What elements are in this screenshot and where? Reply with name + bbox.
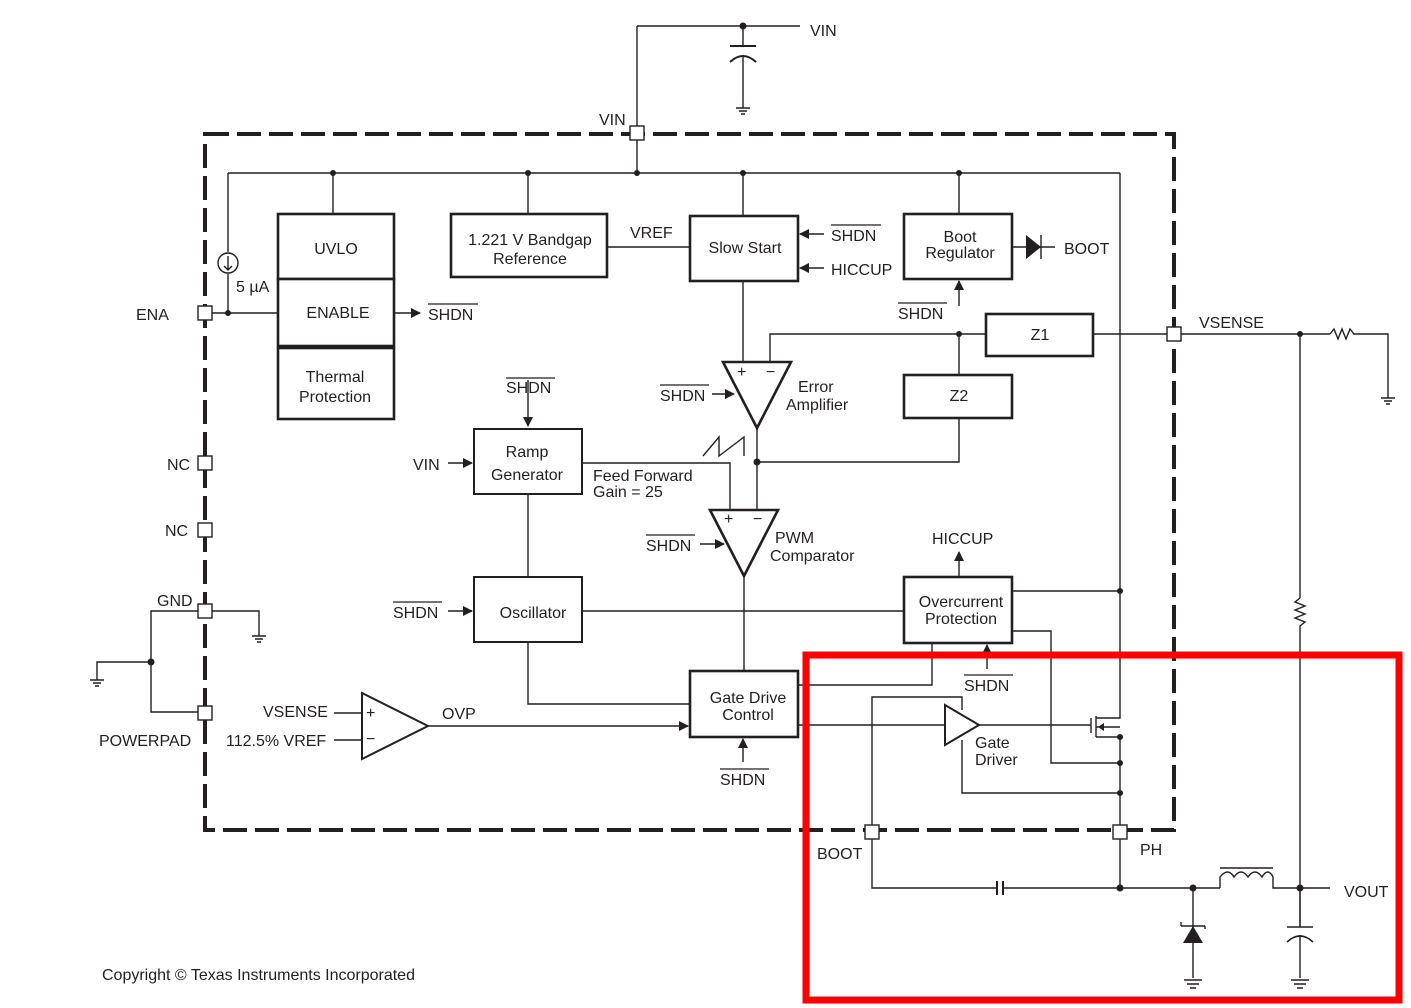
svg-text:+: + xyxy=(366,705,375,722)
boot-label-reg: BOOT xyxy=(1064,241,1110,258)
shdn-label-osc: SHDN xyxy=(393,605,438,622)
block-diagram: VIN VIN 5 µA ENA UVLO ENABLE Thermal Pro… xyxy=(90,22,1403,1004)
ovp-vref-label: 112.5% VREF xyxy=(226,733,326,750)
error-amp-label-2: Amplifier xyxy=(786,397,849,414)
ph-pin-label: PH xyxy=(1140,842,1162,859)
thermal-label-2: Protection xyxy=(299,389,371,406)
error-amp-label-1: Error xyxy=(798,379,834,396)
svg-text:−: − xyxy=(753,511,762,528)
bandgap-label-2: Reference xyxy=(493,251,567,268)
ovp-comparator: + − xyxy=(361,691,431,761)
nc-pin-1[interactable] xyxy=(197,455,213,471)
enable-label: ENABLE xyxy=(306,305,369,322)
vin-top-label: VIN xyxy=(810,23,837,40)
ground-icon xyxy=(252,635,266,643)
error-amplifier: + − xyxy=(720,360,794,431)
vsense-pin[interactable] xyxy=(1166,326,1182,342)
gdc-label-2: Control xyxy=(722,707,774,724)
ground-icon xyxy=(90,679,104,687)
boot-pin[interactable] xyxy=(864,824,880,840)
vout-label: VOUT xyxy=(1344,884,1389,901)
vref-label: VREF xyxy=(630,225,673,242)
boot-pin-label: BOOT xyxy=(817,846,863,863)
vin-pin-label: VIN xyxy=(599,112,626,129)
z1-label: Z1 xyxy=(1031,327,1050,344)
oscillator-label: Oscillator xyxy=(500,605,567,622)
shdn-label-bootreg: SHDN xyxy=(898,306,943,323)
ground-icon xyxy=(1291,979,1309,989)
ena-pin[interactable] xyxy=(197,305,213,321)
gnd-pin[interactable] xyxy=(197,603,213,619)
vin-pin[interactable] xyxy=(629,125,645,141)
gate-driver-label-2: Driver xyxy=(975,752,1018,769)
shdn-label-enable: SHDN xyxy=(428,307,473,324)
schottky-diode-icon xyxy=(1180,888,1206,978)
hiccup-label-slowstart: HICCUP xyxy=(831,262,892,279)
gate-driver xyxy=(944,703,981,747)
z2-label: Z2 xyxy=(950,388,969,405)
inductor-icon xyxy=(1219,867,1330,889)
shdn-label-pwm: SHDN xyxy=(646,538,691,555)
powerpad-label: POWERPAD xyxy=(99,733,191,750)
boot-regulator-label-1: Boot xyxy=(944,229,977,246)
powerpad-pin[interactable] xyxy=(197,705,213,721)
ena-label: ENA xyxy=(136,307,169,324)
boot-capacitor-icon xyxy=(996,881,1004,895)
slow-start-label: Slow Start xyxy=(709,240,782,257)
nc-label-2: NC xyxy=(165,523,188,540)
nc-label-1: NC xyxy=(167,457,190,474)
shdn-label-erroramp: SHDN xyxy=(660,388,705,405)
gnd-label: GND xyxy=(157,593,193,610)
ocp-label-2: Protection xyxy=(925,611,997,628)
shdn-label-gdc: SHDN xyxy=(720,772,765,789)
shdn-label-ocp: SHDN xyxy=(964,678,1009,695)
hiccup-label-ocp: HICCUP xyxy=(932,531,993,548)
ocp-label-1: Overcurrent xyxy=(919,594,1004,611)
feed-forward-label-1: Feed Forward xyxy=(593,468,693,485)
nc-pin-2[interactable] xyxy=(197,522,213,538)
shdn-label-slowstart: SHDN xyxy=(831,228,876,245)
ramp-generator-block xyxy=(473,428,583,495)
ramp-label-1: Ramp xyxy=(506,444,549,461)
svg-text:+: + xyxy=(724,511,733,528)
svg-text:−: − xyxy=(366,731,375,748)
output-capacitor-icon xyxy=(1286,888,1314,978)
resistor-icon xyxy=(1329,327,1389,398)
shdn-label-ramp: SHDN xyxy=(506,380,551,397)
bandgap-label-1: 1.221 V Bandgap xyxy=(468,232,592,249)
gate-driver-label-1: Gate xyxy=(975,735,1010,752)
ramp-label-2: Generator xyxy=(491,467,564,484)
ph-pin[interactable] xyxy=(1112,824,1128,840)
thermal-label-1: Thermal xyxy=(306,369,365,386)
resistor-icon xyxy=(1293,597,1307,888)
sawtooth-icon xyxy=(702,435,745,458)
ground-icon xyxy=(1381,397,1395,405)
pwm-label-1: PWM xyxy=(775,530,814,547)
current-source-icon xyxy=(217,252,239,274)
svg-text:−: − xyxy=(766,364,775,381)
uvlo-label: UVLO xyxy=(314,241,358,258)
svg-text:+: + xyxy=(737,364,746,381)
feed-forward-label-2: Gain = 25 xyxy=(593,484,663,501)
boot-regulator-label-2: Regulator xyxy=(925,245,995,262)
vin-label-ramp: VIN xyxy=(413,457,440,474)
highlight-box xyxy=(802,651,1403,1004)
vin-input-network xyxy=(636,22,800,173)
ground-icon xyxy=(1184,979,1202,989)
copyright-text: Copyright © Texas Instruments Incorporat… xyxy=(102,967,415,984)
pwm-label-2: Comparator xyxy=(770,548,855,565)
gdc-label-1: Gate Drive xyxy=(710,690,787,707)
vsense-label: VSENSE xyxy=(1199,315,1264,332)
current-source-label: 5 µA xyxy=(236,279,270,296)
diode-icon xyxy=(1012,235,1055,259)
pwm-comparator: + − xyxy=(707,508,781,579)
ovp-vsense-label: VSENSE xyxy=(263,704,328,721)
ovp-label: OVP xyxy=(442,706,476,723)
ground-icon xyxy=(736,107,750,115)
mosfet-icon xyxy=(1090,710,1121,738)
